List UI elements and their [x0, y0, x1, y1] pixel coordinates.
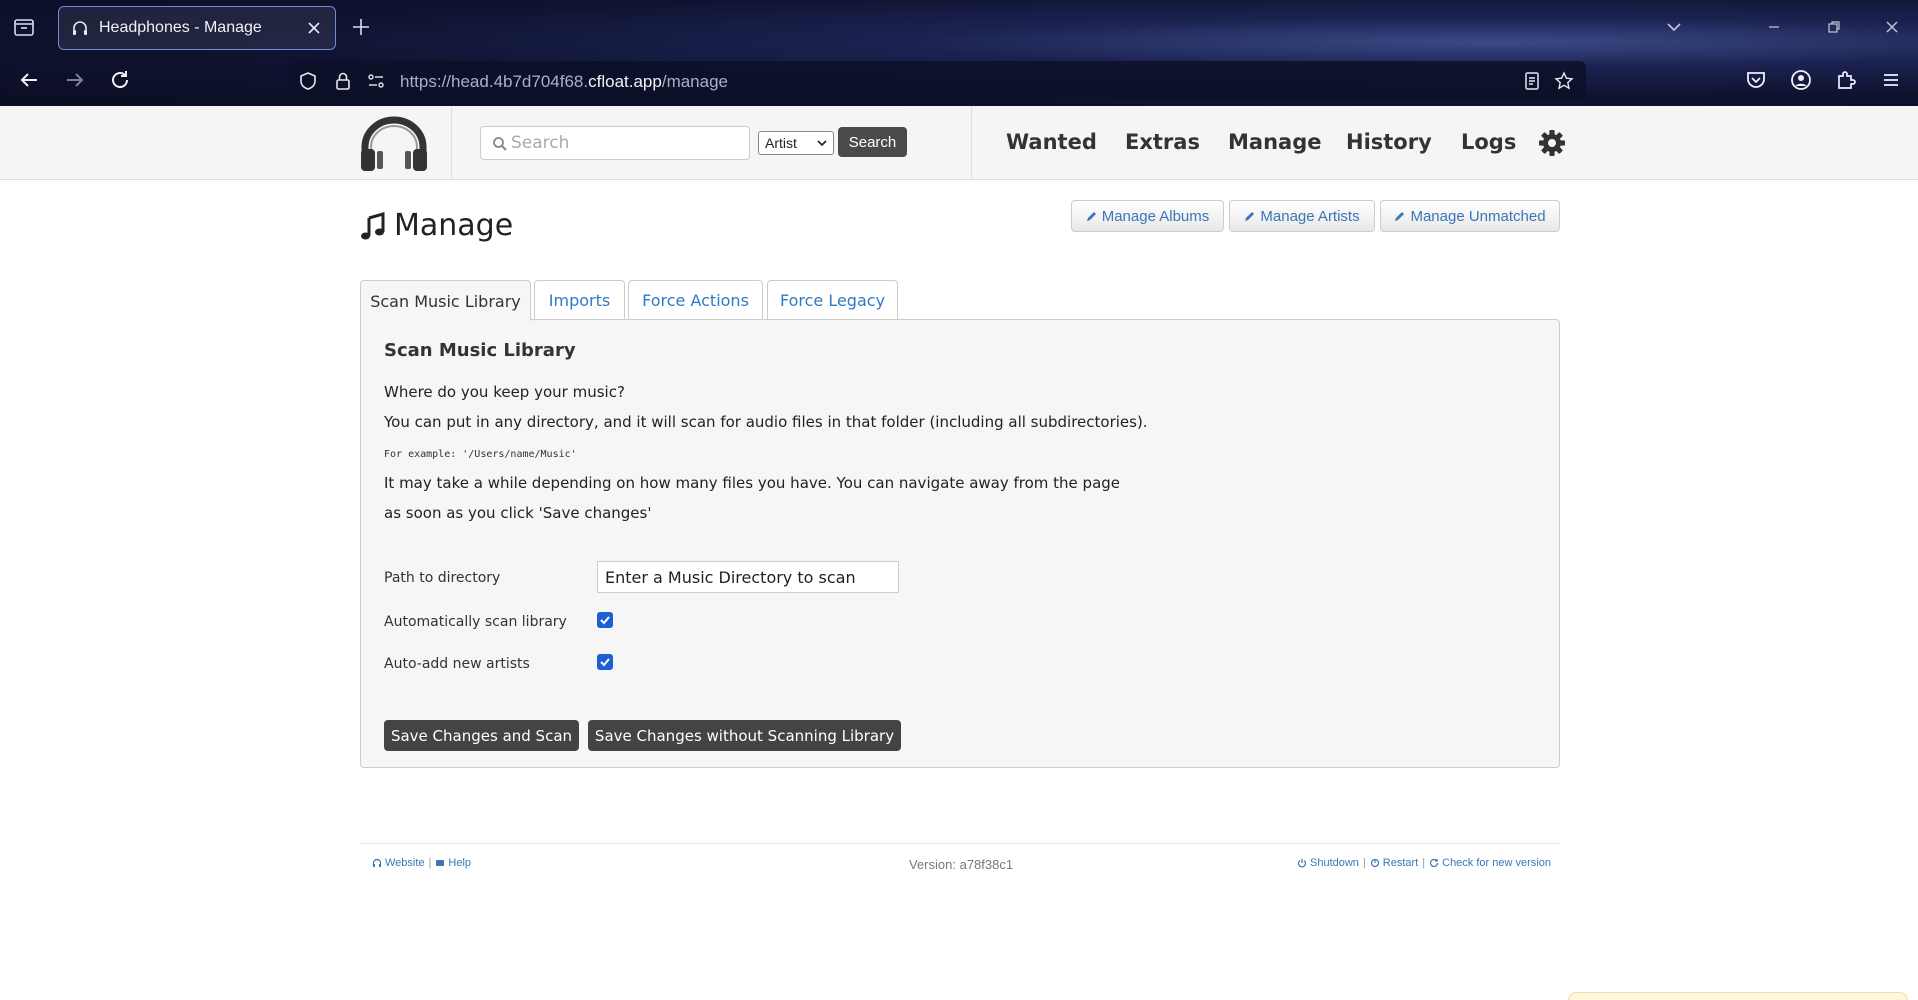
restore-icon[interactable] [1825, 18, 1843, 36]
url-domain: cfloat.app [588, 72, 662, 91]
url-prefix: https://head.4b7d704f68. [400, 72, 589, 91]
search-type-value: Artist [765, 135, 797, 151]
pocket-icon[interactable] [1744, 68, 1768, 92]
auto-add-label: Auto-add new artists [384, 656, 530, 672]
manage-albums-label: Manage Albums [1101, 207, 1210, 225]
page-heading: Manage [394, 208, 514, 243]
checkmark-icon [600, 658, 610, 667]
close-icon[interactable] [305, 19, 323, 37]
shutdown-link[interactable]: Shutdown [1310, 857, 1359, 869]
path-input[interactable] [597, 561, 899, 593]
headphones-logo-icon[interactable] [355, 115, 433, 173]
extensions-icon[interactable] [1834, 68, 1858, 92]
site-permissions-icon[interactable] [366, 71, 386, 91]
footer-left-links: Website | Help [372, 857, 471, 869]
search-button[interactable]: Search [838, 127, 907, 157]
search-box[interactable] [480, 126, 750, 160]
section-heading: Scan Music Library [384, 340, 576, 361]
nav-wanted[interactable]: Wanted [1006, 130, 1097, 154]
footer-divider [360, 843, 1560, 844]
tab-scan-music-library[interactable]: Scan Music Library [360, 280, 531, 321]
separator: | [1362, 857, 1366, 869]
menu-icon[interactable] [1879, 68, 1903, 92]
manage-unmatched-label: Manage Unmatched [1410, 207, 1546, 225]
restart-link[interactable]: Restart [1383, 857, 1418, 869]
browser-tab[interactable]: Headphones - Manage [58, 6, 336, 50]
power-icon [1297, 859, 1307, 868]
manage-artists-label: Manage Artists [1260, 207, 1360, 225]
window-close-icon[interactable] [1883, 18, 1901, 36]
auto-scan-label: Automatically scan library [384, 614, 567, 630]
tab-imports[interactable]: Imports [534, 280, 625, 320]
chevron-down-icon [817, 140, 827, 147]
separator: | [1422, 857, 1426, 869]
star-icon[interactable] [1554, 71, 1574, 91]
save-without-scan-button[interactable]: Save Changes without Scanning Library [588, 720, 901, 751]
nav-history[interactable]: History [1346, 130, 1432, 154]
account-icon[interactable] [1789, 68, 1813, 92]
url-text[interactable]: https://head.4b7d704f68.cfloat.app/manag… [400, 72, 728, 92]
instruction-line: You can put in any directory, and it wil… [384, 413, 1148, 431]
scan-library-panel: Scan Music Library Where do you keep you… [360, 319, 1560, 768]
example-text: For example: '/Users/name/Music' [384, 449, 577, 460]
website-link[interactable]: Website [385, 857, 425, 869]
path-label: Path to directory [384, 570, 501, 586]
help-link[interactable]: Help [448, 857, 471, 869]
footer-right-links: Shutdown | Restart | Check for new versi… [1297, 857, 1551, 869]
save-and-scan-button[interactable]: Save Changes and Scan [384, 720, 579, 751]
header-divider [971, 106, 972, 180]
refresh-icon [1430, 858, 1439, 868]
nav-extras[interactable]: Extras [1125, 130, 1200, 154]
manage-artists-button[interactable]: Manage Artists [1229, 200, 1375, 232]
nav-logs[interactable]: Logs [1461, 130, 1516, 154]
pencil-icon [1395, 212, 1405, 221]
shield-icon[interactable] [298, 71, 318, 91]
checkmark-icon [600, 616, 610, 625]
check-version-link[interactable]: Check for new version [1442, 857, 1551, 869]
version-text: Version: a78f38c1 [909, 857, 1014, 872]
reload-icon[interactable] [108, 68, 132, 92]
header-divider [451, 106, 452, 180]
headphones-icon [372, 858, 382, 867]
url-path: /manage [661, 72, 729, 91]
reader-view-icon[interactable] [1522, 71, 1542, 91]
browser-tab-title: Headphones - Manage [99, 19, 262, 36]
auto-add-checkbox[interactable] [597, 654, 613, 670]
tab-force-legacy[interactable]: Force Legacy [767, 280, 898, 320]
chevron-down-icon[interactable] [1665, 18, 1683, 36]
instruction-line: It may take a while depending on how man… [384, 474, 1121, 492]
browser-chrome: Headphones - Manage https://head.4b7d704… [0, 0, 1918, 106]
minimize-icon[interactable] [1765, 18, 1783, 36]
plus-icon[interactable] [350, 16, 372, 38]
pencil-icon [1245, 212, 1255, 221]
manage-unmatched-button[interactable]: Manage Unmatched [1380, 200, 1560, 232]
tab-force-actions[interactable]: Force Actions [628, 280, 763, 320]
nav-manage[interactable]: Manage [1228, 130, 1321, 154]
pencil-icon [1086, 212, 1096, 221]
app-header: Artist Search Wanted Extras Manage Histo… [0, 106, 1918, 180]
lock-icon[interactable] [333, 71, 353, 91]
notification-bar[interactable] [1568, 992, 1908, 1000]
search-icon [493, 137, 507, 151]
restart-icon [1370, 858, 1379, 868]
forward-arrow-icon[interactable] [63, 68, 87, 92]
auto-scan-checkbox[interactable] [597, 612, 613, 628]
page-title: Manage [360, 208, 513, 243]
gear-icon[interactable] [1538, 129, 1566, 157]
instruction-line: as soon as you click 'Save changes' [384, 504, 652, 522]
help-icon [436, 860, 445, 866]
tab-list-icon[interactable] [12, 16, 38, 38]
search-input[interactable] [511, 130, 741, 156]
instruction-line: Where do you keep your music? [384, 383, 625, 401]
address-bar[interactable]: https://head.4b7d704f68.cfloat.app/manag… [290, 61, 1586, 101]
back-arrow-icon[interactable] [17, 68, 41, 92]
search-type-select[interactable]: Artist [758, 131, 834, 155]
music-note-icon [361, 211, 385, 239]
separator: | [428, 857, 432, 869]
manage-albums-button[interactable]: Manage Albums [1071, 200, 1224, 232]
headphones-icon [73, 21, 87, 35]
